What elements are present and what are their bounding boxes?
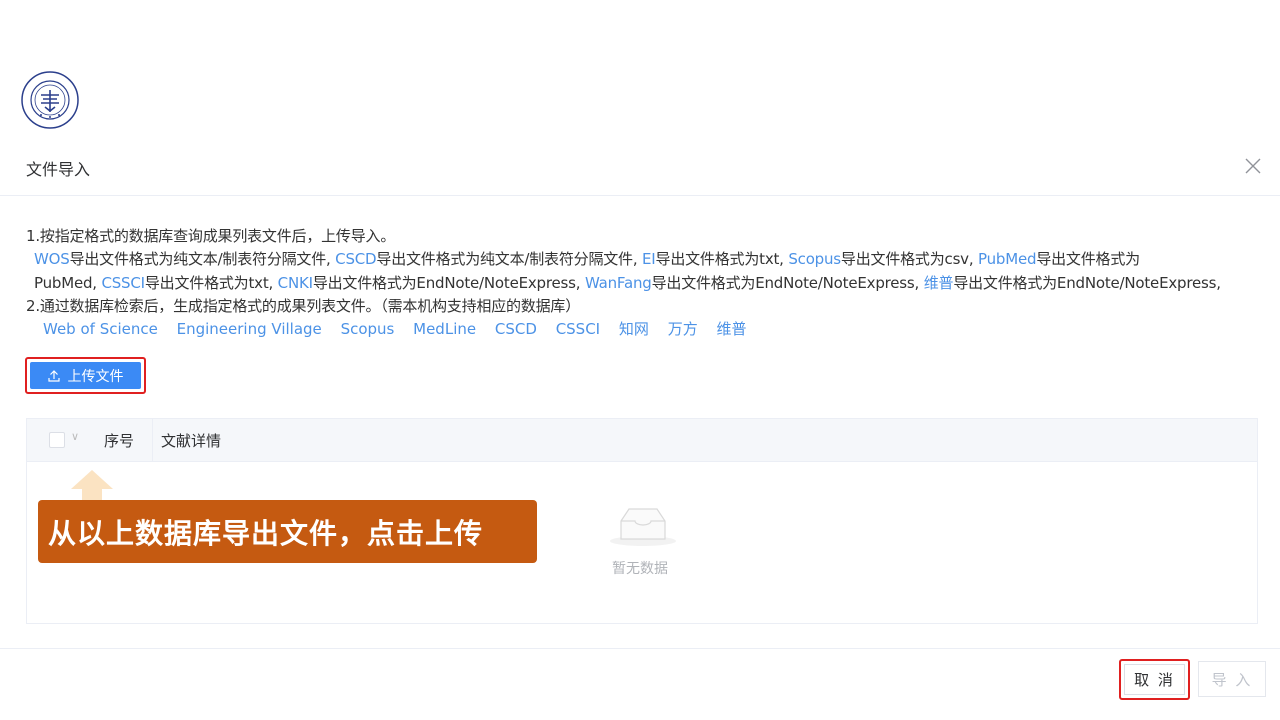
empty-inbox-icon <box>610 508 676 546</box>
close-icon[interactable] <box>1244 157 1262 175</box>
column-header-index: 序号 <box>104 432 135 450</box>
dialog-title: 文件导入 <box>26 160 91 179</box>
quick-link-scopus[interactable]: Scopus <box>341 320 395 338</box>
upload-highlight: 上传文件 <box>25 357 146 394</box>
cancel-button[interactable]: 取 消 <box>1124 664 1185 695</box>
instruction-line-4: 2.通过数据库检索后，生成指定格式的成果列表文件。（需本机构支持相应的数据库） <box>26 297 581 315</box>
cancel-highlight: 取 消 <box>1119 659 1190 700</box>
quick-link-cscd[interactable]: CSCD <box>495 320 537 338</box>
quick-link-cssci[interactable]: CSSCI <box>556 320 600 338</box>
annotation-banner: 从以上数据库导出文件，点击上传 <box>38 500 537 563</box>
column-divider <box>152 419 153 461</box>
db-link-weipu[interactable]: 维普 <box>924 274 954 292</box>
upload-file-button[interactable]: 上传文件 <box>30 362 141 389</box>
instruction-line-1: 1.按指定格式的数据库查询成果列表文件后，上传导入。 <box>26 227 396 245</box>
footer-divider <box>0 648 1280 649</box>
db-link-ei[interactable]: EI <box>642 250 656 268</box>
university-seal-logo <box>21 71 79 129</box>
db-link-scopus[interactable]: Scopus <box>788 250 841 268</box>
column-header-detail: 文献详情 <box>161 432 222 450</box>
db-link-cscd[interactable]: CSCD <box>335 250 376 268</box>
db-link-cssci[interactable]: CSSCI <box>101 274 145 292</box>
table-header: ∨ 序号 文献详情 <box>27 419 1257 462</box>
empty-state-text: 暂无数据 <box>612 561 668 577</box>
header-divider <box>0 195 1280 196</box>
quick-link-wanfang[interactable]: 万方 <box>668 320 698 338</box>
select-all-checkbox[interactable] <box>49 432 65 448</box>
quick-link-engineering-village[interactable]: Engineering Village <box>177 320 322 338</box>
db-link-wanfang[interactable]: WanFang <box>585 274 652 292</box>
quick-link-wos[interactable]: Web of Science <box>43 320 158 338</box>
chevron-down-icon[interactable]: ∨ <box>71 430 79 443</box>
db-link-wos[interactable]: WOS <box>34 250 70 268</box>
instruction-line-3: PubMed, CSSCI导出文件格式为txt, CNKI导出文件格式为EndN… <box>34 274 1221 292</box>
quick-link-cnki[interactable]: 知网 <box>619 320 649 338</box>
upload-icon <box>47 369 60 382</box>
db-link-pubmed[interactable]: PubMed <box>978 250 1037 268</box>
import-button[interactable]: 导 入 <box>1198 661 1266 697</box>
quick-link-medline[interactable]: MedLine <box>413 320 476 338</box>
database-quick-links: Web of Science Engineering Village Scopu… <box>43 318 761 339</box>
instruction-line-2: WOS导出文件格式为纯文本/制表符分隔文件, CSCD导出文件格式为纯文本/制表… <box>34 250 1140 268</box>
quick-link-weipu[interactable]: 维普 <box>716 320 746 338</box>
upload-file-label: 上传文件 <box>67 368 124 385</box>
db-link-cnki[interactable]: CNKI <box>278 274 313 292</box>
